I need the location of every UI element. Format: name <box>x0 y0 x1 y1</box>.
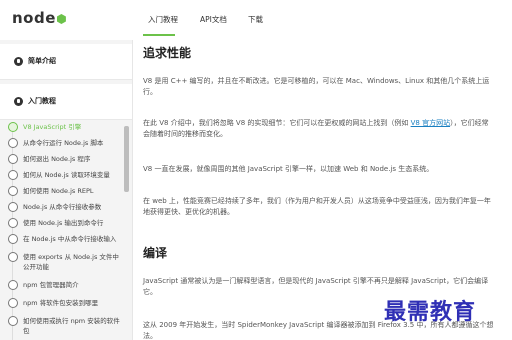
node-logo[interactable]: node <box>12 9 66 27</box>
sidebar-item-label: 在 Node.js 中从命令行接收输入 <box>23 235 117 243</box>
nav-tutorial[interactable]: 入门教程 <box>148 14 178 25</box>
sidebar-item-label: 如何使用 Node.js REPL <box>23 187 94 195</box>
logo-text: node <box>12 9 56 27</box>
timeline-dot <box>8 218 18 228</box>
section-intro-label: 简单介绍 <box>28 57 56 65</box>
sidebar-item-label: 如何从 Node.js 读取环境变量 <box>23 171 110 179</box>
timeline-dot <box>8 186 18 196</box>
heading-compilation: 编译 <box>143 246 168 260</box>
heading-performance: 追求性能 <box>143 46 192 60</box>
nav-download[interactable]: 下载 <box>248 14 263 25</box>
section-tutorial-label: 入门教程 <box>28 97 56 105</box>
section-icon <box>14 97 23 106</box>
nav-api-docs[interactable]: API文档 <box>200 14 227 25</box>
sidebar-item-label: 使用 exports 从 Node.js 文件中公开功能 <box>23 253 119 271</box>
paragraph-2-text-before: 在此 V8 介绍中，我们将忽略 V8 的实现细节：它们可以在更权威的网站上找到（… <box>143 119 411 127</box>
v8-official-site-link[interactable]: V8 官方网站 <box>411 119 450 127</box>
timeline-dot <box>8 154 18 164</box>
paragraph-4: 在 web 上，性能竞赛已经持续了多年，我们（作为用户和开发人员）从这场竞争中受… <box>143 197 491 216</box>
sidebar-item-label: Node.js 从命令行接收参数 <box>23 203 102 211</box>
sidebar: 简单介绍 入门教程 V8 JavaScript 引擎 从命令行运行 Node.j… <box>0 40 133 340</box>
hexagon-icon <box>56 14 66 24</box>
section-tutorial[interactable]: 入门教程 <box>0 84 132 120</box>
sidebar-item-label: 如何使用或执行 npm 安装的软件包 <box>23 317 120 335</box>
timeline-dot <box>8 252 18 262</box>
timeline-dot <box>8 138 18 148</box>
paragraph-3: V8 一直在发展，就像周围的其他 JavaScript 引擎一样，以加速 Web… <box>143 165 434 173</box>
active-nav-indicator <box>143 34 175 36</box>
sidebar-item-label: 如何退出 Node.js 程序 <box>23 155 91 163</box>
sidebar-scrollbar[interactable] <box>124 126 129 192</box>
timeline-dot <box>8 122 18 132</box>
sidebar-item-label: npm 包管理器简介 <box>23 281 79 289</box>
paragraph-1: V8 是用 C++ 编写的，并且在不断改进。它是可移植的，可以在 Mac、Win… <box>143 77 490 96</box>
timeline-dot <box>8 170 18 180</box>
sidebar-item-label: 从命令行运行 Node.js 脚本 <box>23 139 104 147</box>
section-intro[interactable]: 简单介绍 <box>0 44 132 80</box>
timeline-dot <box>8 280 18 290</box>
sidebar-item-label: V8 JavaScript 引擎 <box>23 123 82 131</box>
sidebar-item-label: 使用 Node.js 输出到命令行 <box>23 219 104 227</box>
section-icon <box>14 57 23 66</box>
top-bar: node 入门教程 API文档 下载 <box>0 0 512 36</box>
sidebar-item-label: npm 将软件包安装到哪里 <box>23 299 99 307</box>
paragraph-2: 在此 V8 介绍中，我们将忽略 V8 的实现细节：它们可以在更权威的网站上找到（… <box>143 118 495 140</box>
timeline-dot <box>8 202 18 212</box>
timeline-dot <box>8 316 18 326</box>
timeline-dot <box>8 234 18 244</box>
timeline-dot <box>8 298 18 308</box>
watermark-logo: 最需教育 <box>384 299 477 325</box>
